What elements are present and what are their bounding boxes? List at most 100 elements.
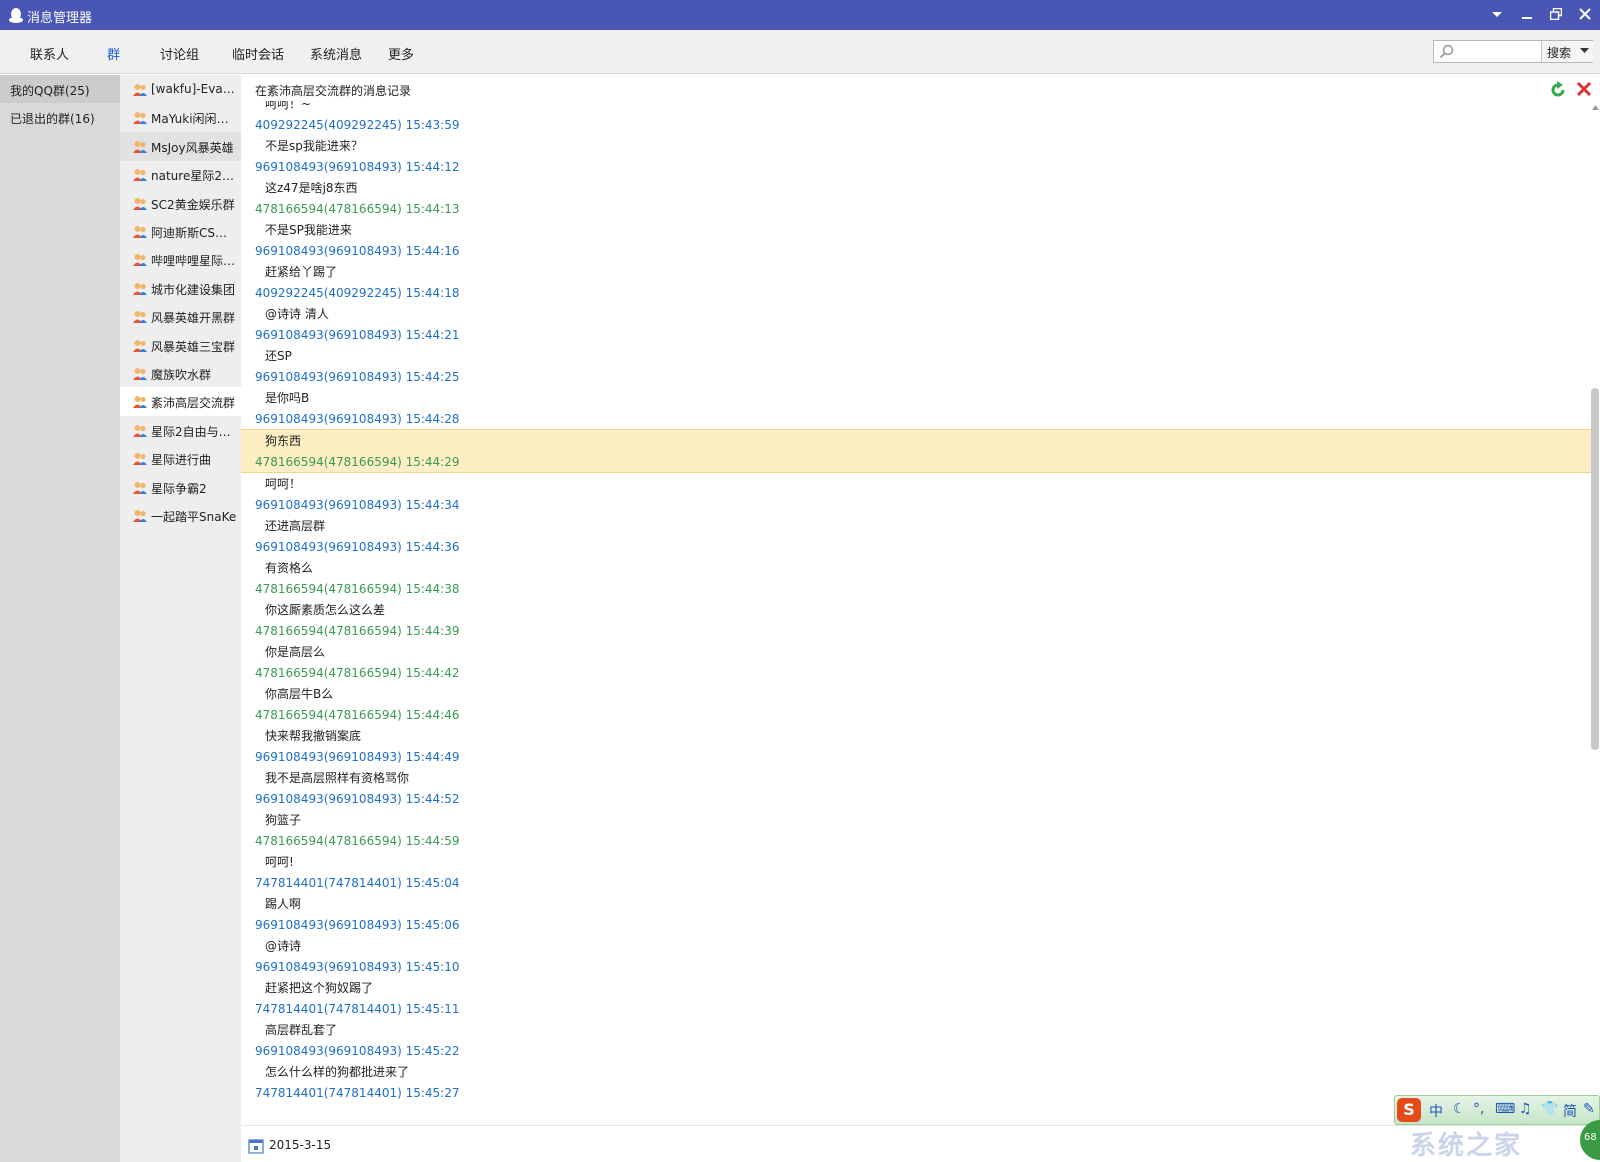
group-item[interactable]: 星际争霸2 [120,473,241,502]
tab-contacts[interactable]: 联系人 [30,44,69,63]
punctuation-icon[interactable]: °, [1473,1101,1484,1117]
scrollbar-thumb[interactable] [1591,388,1599,750]
message-sender-time: 747814401(747814401) 15:45:11 [255,1002,460,1016]
group-item[interactable]: MaYuki闲闲闲饭 [120,103,241,132]
message-item[interactable]: 不是sp我能进来？ 969108493(969108493) 15:44:12 [241,135,1593,177]
group-name: SC2黄金娱乐群 [151,197,235,212]
menu-dropdown-button[interactable] [1486,4,1508,26]
message-item[interactable]: 踢人啊 969108493(969108493) 15:45:06 [241,893,1593,935]
message-item[interactable]: 呵呵！~ 409292245(409292245) 15:43:59 [241,101,1593,135]
group-item[interactable]: 星际进行曲 [120,444,241,473]
message-sender-time: 747814401(747814401) 15:45:27 [255,1086,460,1100]
category-list: 我的QQ群(25) 已退出的群(16) [0,75,120,1162]
ime-chinese-mode[interactable]: 中 [1429,1101,1443,1121]
tab-discussions[interactable]: 讨论组 [160,44,199,63]
message-item[interactable]: @诗诗 969108493(969108493) 15:45:10 [241,935,1593,977]
message-item[interactable]: 呵呵！ 969108493(969108493) 15:44:34 [241,473,1593,515]
message-sender-time: 969108493(969108493) 15:44:34 [255,498,460,512]
refresh-icon[interactable] [1549,81,1567,99]
search-input[interactable] [1458,43,1552,60]
group-item[interactable]: 紊沛高层交流群 [120,387,241,417]
message-sender-time: 969108493(969108493) 15:44:28 [255,412,460,426]
record-date[interactable]: 2015-3-15 [269,1138,331,1152]
message-text: @诗诗 [265,939,302,953]
chevron-down-icon [1580,48,1589,53]
ime-toolbar[interactable]: S 中 ☾ °, ⌨ ♫ 👕 简 ✎ [1394,1095,1600,1125]
scroll-up-arrow-icon[interactable] [1592,105,1599,110]
message-item[interactable]: 呵呵! 747814401(747814401) 15:45:04 [241,851,1593,893]
message-item[interactable]: 你这厮素质怎么这么差 478166594(478166594) 15:44:39 [241,599,1593,641]
group-icon [133,424,147,437]
search-button[interactable]: 搜索 [1541,41,1593,62]
group-name: 星际进行曲 [151,453,212,468]
voice-icon[interactable]: ♫ [1519,1101,1532,1117]
category-my-groups[interactable]: 我的QQ群(25) [0,75,120,103]
delete-record-icon[interactable] [1576,81,1592,97]
keyboard-icon[interactable]: ⌨ [1495,1101,1515,1117]
moon-icon[interactable]: ☾ [1453,1101,1466,1117]
tab-system-messages[interactable]: 系统消息 [310,44,362,63]
message-item[interactable]: 高层群乱套了 969108493(969108493) 15:45:22 [241,1019,1593,1061]
restore-button[interactable] [1545,4,1567,26]
message-sender-time: 969108493(969108493) 15:44:36 [255,540,460,554]
message-item[interactable]: 你高层牛B么 478166594(478166594) 15:44:46 [241,683,1593,725]
group-name: 魔族吹水群 [151,368,212,382]
message-item[interactable]: 赶紧把这个狗奴踢了 747814401(747814401) 15:45:11 [241,977,1593,1019]
message-item[interactable]: 狗篮子 478166594(478166594) 15:44:59 [241,809,1593,851]
tab-bar: 联系人 群 讨论组 临时会话 系统消息 更多 搜索 [0,30,1600,74]
message-sender-time: 409292245(409292245) 15:43:59 [255,118,460,132]
message-text: 快来帮我撤销案底 [265,729,362,743]
group-item[interactable]: MsJoy风暴英雄 [120,131,241,161]
message-item[interactable]: @诗诗 清人 969108493(969108493) 15:44:21 [241,303,1593,345]
message-scroll-area[interactable]: 呵呵！~ 409292245(409292245) 15:43:59 不是sp我能进… [241,101,1593,1125]
group-item[interactable]: SC2黄金娱乐群 [120,189,241,218]
group-name: 一起踏平SnaKe [151,510,237,524]
window-title: 消息管理器 [27,11,93,26]
group-item[interactable]: nature星际2&风暴 [120,160,241,189]
message-item[interactable]: 怎么什么样的狗都批进来了 747814401(747814401) 15:45:2… [241,1061,1593,1103]
group-item[interactable]: 哔哩哔哩星际2群 [120,245,241,274]
group-item[interactable]: [wakfu]-Evangelion [120,75,241,104]
message-item[interactable]: 还SP 969108493(969108493) 15:44:25 [241,345,1593,387]
group-icon [133,510,147,522]
title-bar: 消息管理器 [0,0,1600,30]
message-item[interactable]: 狗东西 478166594(478166594) 15:44:29 [241,429,1593,473]
group-item[interactable]: 一起踏平SnaKe [120,501,241,530]
wrench-icon[interactable]: ✎ [1583,1101,1595,1117]
calendar-icon[interactable] [248,1138,264,1154]
group-item[interactable]: 魔族吹水群 [120,359,241,388]
message-item[interactable]: 是你吗B 969108493(969108493) 15:44:28 [241,387,1593,429]
sogou-ime-icon[interactable]: S [1397,1098,1421,1122]
tab-more[interactable]: 更多 [388,44,414,63]
message-text: 是你吗B [265,391,310,405]
message-item[interactable]: 我不是高层照样有资格骂你 969108493(969108493) 15:44:5… [241,767,1593,809]
group-icon [133,84,147,96]
minimize-icon [1522,17,1532,19]
group-item[interactable]: 风暴英雄三宝群 [120,331,241,360]
message-sender-time: 969108493(969108493) 15:45:10 [255,960,460,974]
skin-shirt-icon[interactable]: 👕 [1541,1101,1558,1117]
message-item[interactable]: 还进高层群 969108493(969108493) 15:44:36 [241,515,1593,557]
minimize-button[interactable] [1516,4,1538,26]
group-item[interactable]: 风暴英雄开黑群 [120,302,241,331]
group-item[interactable]: 阿迪斯斯CS官方群 [120,217,241,246]
message-item[interactable]: 有资格么 478166594(478166594) 15:44:38 [241,557,1593,599]
group-item[interactable]: 城市化建设集团 [120,274,241,303]
group-name: 星际2自由与荣耀 [151,424,237,439]
message-sender-time: 969108493(969108493) 15:45:22 [255,1044,460,1058]
close-window-button[interactable] [1574,4,1596,26]
message-item[interactable]: 这z47是啥j8东西 478166594(478166594) 15:44:13 [241,177,1593,219]
message-item[interactable]: 你是高层么 478166594(478166594) 15:44:42 [241,641,1593,683]
group-icon [133,140,147,153]
category-left-groups[interactable]: 已退出的群(16) [0,103,120,131]
group-item[interactable]: 星际2自由与荣耀 [120,416,241,445]
message-item[interactable]: 不是SP我能进来 969108493(969108493) 15:44:16 [241,219,1593,261]
message-item[interactable]: 快来帮我撤销案底 969108493(969108493) 15:44:49 [241,725,1593,767]
tab-groups[interactable]: 群 [107,44,120,63]
message-item[interactable]: 赶紧给丫踢了 409292245(409292245) 15:44:18 [241,261,1593,303]
tab-temp-sessions[interactable]: 临时会话 [232,44,284,63]
message-sender-time: 969108493(969108493) 15:44:52 [255,792,460,806]
message-text: 不是SP我能进来 [265,223,352,237]
ime-simplified-mode[interactable]: 简 [1563,1101,1577,1121]
group-name: 星际争霸2 [151,481,207,496]
